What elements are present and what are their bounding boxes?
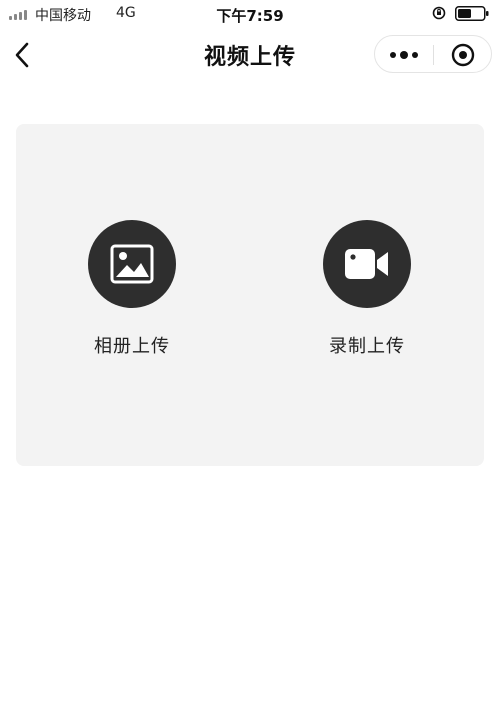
album-icon-circle — [88, 220, 176, 308]
status-time: 下午7:59 — [216, 7, 284, 25]
miniprogram-capsule — [374, 35, 492, 73]
rotation-lock-icon — [432, 6, 446, 20]
close-miniprogram-icon — [451, 43, 475, 67]
upload-options-card: 相册上传 录制上传 — [16, 124, 484, 466]
record-upload-button[interactable]: 录制上传 — [302, 220, 432, 358]
video-camera-icon — [345, 249, 388, 279]
battery-icon — [455, 6, 489, 21]
record-upload-label: 录制上传 — [329, 336, 405, 357]
album-upload-label: 相册上传 — [94, 336, 170, 357]
more-button[interactable] — [375, 36, 433, 74]
more-dots-icon — [390, 52, 396, 58]
record-icon-circle — [323, 220, 411, 308]
navigation-bar: 视频上传 — [0, 30, 500, 80]
image-icon — [110, 244, 154, 284]
close-miniprogram-button[interactable] — [434, 36, 492, 74]
status-bar: 中国移动 4G 下午7:59 — [0, 0, 500, 28]
album-upload-button[interactable]: 相册上传 — [67, 220, 197, 358]
